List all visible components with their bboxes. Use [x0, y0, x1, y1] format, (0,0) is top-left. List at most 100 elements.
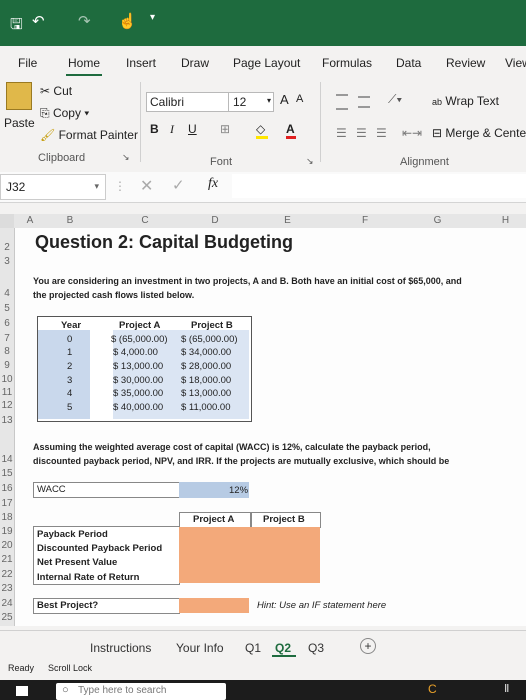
row-header[interactable]: 8: [0, 346, 14, 357]
row-header[interactable]: 11: [0, 387, 14, 398]
name-box[interactable]: J32 ▾: [0, 174, 106, 200]
table-cell[interactable]: $ 40,000.00: [113, 402, 163, 413]
column-header[interactable]: E: [235, 214, 340, 228]
row-header[interactable]: 20: [0, 540, 14, 551]
table-cell[interactable]: 3: [67, 375, 72, 386]
column-header[interactable]: F: [340, 214, 390, 228]
table-cell[interactable]: $ 13,000.00: [113, 361, 163, 372]
tab-formulas[interactable]: Formulas: [322, 56, 372, 70]
tab-home[interactable]: Home: [68, 56, 100, 70]
sheet-tab-your-info[interactable]: Your Info: [176, 641, 224, 655]
column-header[interactable]: D: [195, 214, 235, 228]
table-cell[interactable]: $ 4,000.00: [113, 347, 158, 358]
row-header[interactable]: 19: [0, 526, 14, 537]
row-header[interactable]: 22: [0, 569, 14, 580]
font-launcher-icon[interactable]: ↘: [306, 156, 314, 167]
sheet-tab-q1[interactable]: Q1: [245, 641, 261, 655]
table-cell[interactable]: $ 28,000.00: [181, 361, 231, 372]
row-header[interactable]: 9: [0, 360, 14, 371]
font-size-box[interactable]: 12 ▾: [228, 92, 274, 112]
worksheet-grid[interactable]: Question 2: Capital Budgeting You are co…: [15, 228, 526, 626]
orientation-icon[interactable]: ⟋▾: [388, 92, 402, 107]
enter-icon[interactable]: ✓: [172, 176, 185, 194]
increase-font-icon[interactable]: A: [280, 92, 289, 107]
row-header[interactable]: 6: [0, 318, 14, 329]
decrease-font-icon[interactable]: A: [296, 93, 303, 105]
table-cell[interactable]: $ 35,000.00: [113, 388, 163, 399]
row-header[interactable]: 2: [0, 242, 14, 253]
paste-button[interactable]: Paste: [4, 116, 35, 130]
formula-input[interactable]: [232, 174, 526, 198]
row-header[interactable]: 18: [0, 512, 14, 523]
row-header[interactable]: 21: [0, 554, 14, 565]
row-header[interactable]: 10: [0, 374, 14, 385]
fill-color-icon[interactable]: ◇: [256, 122, 268, 139]
row-header[interactable]: 25: [0, 612, 14, 623]
insert-function-icon[interactable]: fx: [208, 176, 218, 192]
cancel-icon[interactable]: ✕: [140, 176, 153, 196]
borders-icon[interactable]: ⊞: [220, 122, 230, 136]
tray-icon[interactable]: Ⅱ: [504, 682, 509, 695]
redo-icon[interactable]: ↷: [78, 12, 91, 30]
paste-icon[interactable]: [6, 82, 32, 110]
tab-review[interactable]: Review: [446, 56, 485, 70]
merge-center-button[interactable]: ⊟ Merge & Center: [432, 126, 526, 140]
row-header[interactable]: 12: [0, 400, 14, 411]
sheet-tab-q3[interactable]: Q3: [308, 641, 324, 655]
font-color-icon[interactable]: A: [286, 122, 296, 139]
column-header[interactable]: G: [390, 214, 485, 228]
column-header[interactable]: A: [15, 214, 45, 228]
taskbar-search-box[interactable]: ○ Type here to search: [56, 683, 226, 700]
row-header[interactable]: 13: [0, 415, 14, 426]
italic-button[interactable]: I: [170, 122, 174, 137]
row-header[interactable]: 5: [0, 303, 14, 314]
tab-view[interactable]: View: [505, 56, 526, 70]
refresh-icon[interactable]: C: [428, 682, 437, 696]
copy-button[interactable]: ⎘ Copy ▾: [40, 106, 89, 121]
tab-draw[interactable]: Draw: [181, 56, 209, 70]
format-painter-button[interactable]: 🖌 Format Painter: [40, 128, 138, 142]
table-cell[interactable]: 1: [67, 347, 72, 358]
clipboard-launcher-icon[interactable]: ↘: [122, 152, 130, 163]
save-icon[interactable]: 🖫: [10, 14, 23, 39]
cut-button[interactable]: ✂ Cut: [40, 84, 72, 98]
best-project-input-cell[interactable]: [179, 598, 249, 613]
table-cell[interactable]: $ 13,000.00: [181, 388, 231, 399]
windows-start-icon[interactable]: [16, 686, 28, 696]
indent-icon[interactable]: ⇤⇥: [402, 126, 422, 140]
table-cell[interactable]: 0: [67, 334, 72, 345]
column-header[interactable]: H: [485, 214, 526, 228]
align-right-icon[interactable]: ☰: [376, 126, 387, 140]
table-cell[interactable]: $ (65,000.00): [111, 334, 168, 345]
row-header[interactable]: 24: [0, 598, 14, 609]
results-input-cells[interactable]: [179, 527, 320, 583]
table-cell[interactable]: $ 30,000.00: [113, 375, 163, 386]
row-header[interactable]: 7: [0, 333, 14, 344]
touch-mode-icon[interactable]: ☝: [118, 12, 137, 30]
row-header[interactable]: 23: [0, 583, 14, 594]
select-all-corner[interactable]: [0, 214, 14, 228]
tab-file[interactable]: File: [18, 56, 37, 70]
tab-data[interactable]: Data: [396, 56, 421, 70]
align-left-icon[interactable]: ☰: [336, 126, 347, 140]
table-cell[interactable]: 4: [67, 388, 72, 399]
customize-qat-icon[interactable]: ▾: [150, 12, 155, 23]
row-header[interactable]: 3: [0, 256, 14, 267]
table-cell[interactable]: $ 34,000.00: [181, 347, 231, 358]
column-header[interactable]: B: [45, 214, 95, 228]
row-header[interactable]: 16: [0, 483, 14, 494]
wrap-text-button[interactable]: ab Wrap Text: [432, 94, 499, 108]
bold-button[interactable]: B: [150, 122, 159, 136]
row-header[interactable]: 15: [0, 468, 14, 479]
table-cell[interactable]: $ (65,000.00): [181, 334, 238, 345]
row-header[interactable]: 14: [0, 454, 14, 465]
middle-align-icon[interactable]: [358, 96, 370, 108]
font-name-box[interactable]: Calibri: [146, 92, 230, 112]
row-header[interactable]: 17: [0, 498, 14, 509]
column-header[interactable]: C: [95, 214, 195, 228]
top-align-icon[interactable]: [336, 94, 348, 110]
underline-button[interactable]: U: [188, 122, 197, 136]
sheet-tab-instructions[interactable]: Instructions: [90, 641, 151, 655]
row-header[interactable]: 4: [0, 288, 14, 299]
tab-page-layout[interactable]: Page Layout: [233, 56, 300, 70]
